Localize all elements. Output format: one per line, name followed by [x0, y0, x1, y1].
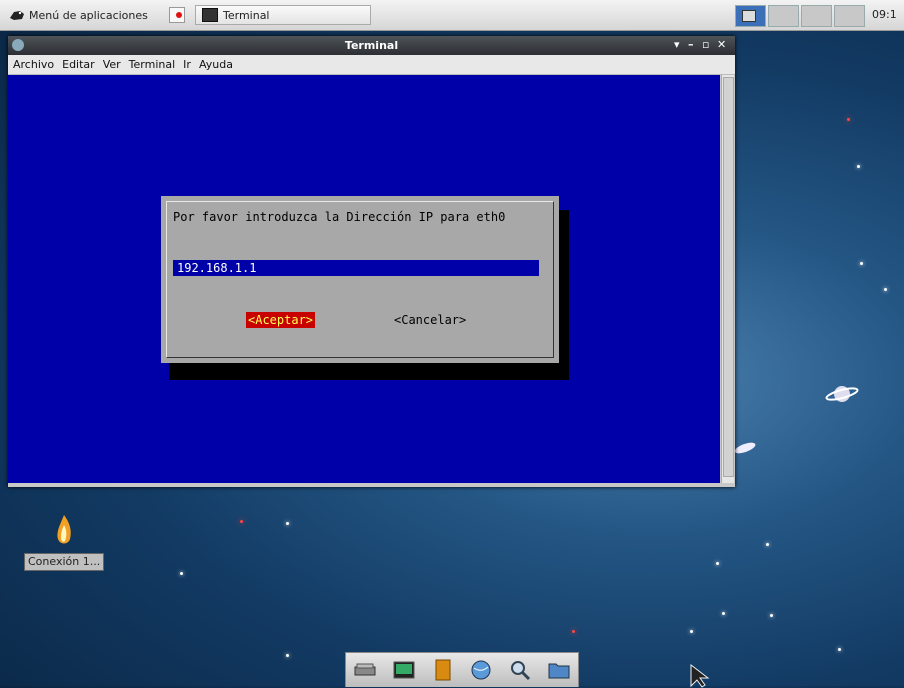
- star-decoration: [847, 118, 850, 121]
- star-decoration: [690, 630, 693, 633]
- menu-ir[interactable]: Ir: [183, 58, 191, 71]
- close-button[interactable]: ✕: [717, 38, 726, 51]
- mouse-logo-icon: [10, 11, 24, 20]
- globe-icon[interactable]: [470, 659, 492, 681]
- planet-icon: [825, 386, 859, 402]
- title-bar[interactable]: Terminal ▾ – ▫ ✕: [8, 36, 735, 55]
- shade-button[interactable]: ▾: [674, 38, 680, 51]
- workspace-1[interactable]: [735, 5, 766, 27]
- comet-decoration: [733, 440, 757, 456]
- desktop-icon-label: Conexión 1...: [24, 553, 105, 571]
- menu-ver[interactable]: Ver: [103, 58, 121, 71]
- mouse-cursor-icon: [690, 664, 710, 688]
- drive-icon[interactable]: [354, 659, 376, 681]
- star-decoration: [884, 288, 887, 291]
- maximize-button[interactable]: ▫: [702, 38, 709, 51]
- star-decoration: [716, 562, 719, 565]
- flame-icon: [57, 515, 71, 544]
- terminal-icon: [202, 8, 218, 22]
- terminal-icon[interactable]: [393, 659, 415, 681]
- star-decoration: [770, 614, 773, 617]
- workspace-2[interactable]: [768, 5, 799, 27]
- notifier-icon[interactable]: [165, 5, 189, 25]
- star-decoration: [860, 262, 863, 265]
- dock: [345, 652, 579, 687]
- clock: 09:1: [872, 8, 897, 21]
- menu-terminal[interactable]: Terminal: [129, 58, 176, 71]
- star-decoration: [572, 630, 575, 633]
- minimize-button[interactable]: –: [688, 38, 694, 51]
- star-decoration: [766, 543, 769, 546]
- scrollbar[interactable]: [721, 75, 734, 483]
- workspace-3[interactable]: [801, 5, 832, 27]
- star-decoration: [180, 572, 183, 575]
- search-icon[interactable]: [509, 659, 531, 681]
- taskbar-terminal-label: Terminal: [223, 8, 270, 22]
- scrollbar-thumb[interactable]: [723, 77, 734, 477]
- accept-button[interactable]: <Aceptar>: [246, 312, 316, 328]
- menu-bar: Archivo Editar Ver Terminal Ir Ayuda: [8, 55, 735, 75]
- window-title: Terminal: [344, 39, 399, 52]
- dialog-prompt: Por favor introduzca la Dirección IP par…: [173, 210, 506, 224]
- cancel-button[interactable]: <Cancelar>: [394, 312, 466, 328]
- star-decoration: [286, 522, 289, 525]
- menu-ayuda[interactable]: Ayuda: [199, 58, 233, 71]
- top-panel: Menú de aplicaciones Terminal 09:1: [0, 0, 904, 31]
- star-decoration: [240, 520, 243, 523]
- menu-editar[interactable]: Editar: [62, 58, 95, 71]
- ip-dialog: Por favor introduzca la Dirección IP par…: [161, 196, 559, 363]
- star-decoration: [286, 654, 289, 657]
- star-decoration: [722, 612, 725, 615]
- star-decoration: [838, 648, 841, 651]
- applications-menu-label: Menú de aplicaciones: [29, 8, 148, 22]
- menu-archivo[interactable]: Archivo: [13, 58, 54, 71]
- folder-icon[interactable]: [548, 659, 570, 681]
- workspace-4[interactable]: [834, 5, 865, 27]
- applications-menu-button[interactable]: Menú de aplicaciones: [8, 5, 148, 25]
- book-icon[interactable]: [432, 659, 454, 681]
- taskbar-terminal-button[interactable]: Terminal: [195, 5, 371, 25]
- workspace-switcher[interactable]: [735, 5, 867, 27]
- star-decoration: [857, 165, 860, 168]
- ip-address-input[interactable]: 192.168.1.1: [173, 260, 539, 276]
